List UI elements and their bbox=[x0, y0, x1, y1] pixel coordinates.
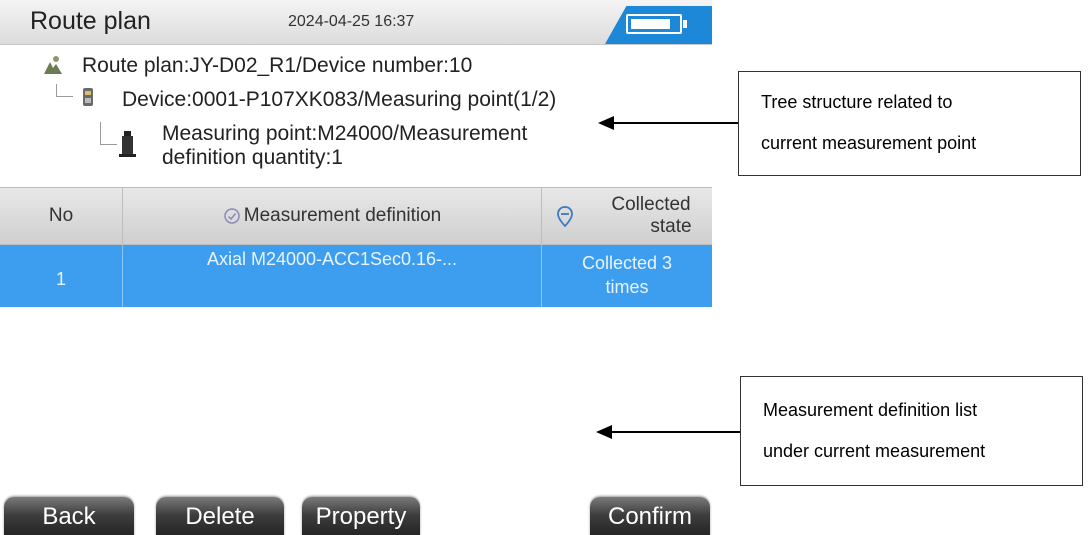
column-header-definition-label: Measurement definition bbox=[243, 205, 442, 226]
confirm-button[interactable]: Confirm bbox=[590, 497, 710, 535]
page-title: Route plan bbox=[30, 7, 151, 35]
route-icon bbox=[44, 56, 62, 74]
cell-no: 1 bbox=[55, 269, 66, 289]
cell-state-line2: times bbox=[605, 277, 649, 297]
table-row[interactable]: 1 Axial M24000-ACC1Sec0.16-... Collected… bbox=[0, 245, 712, 307]
annotation-box-tree: Tree structure related to current measur… bbox=[738, 71, 1081, 176]
cell-definition: Axial M24000-ACC1Sec0.16-... bbox=[206, 249, 458, 269]
table-header: No Measurement definition Collected stat… bbox=[0, 187, 712, 245]
column-header-definition[interactable]: Measurement definition bbox=[123, 188, 541, 244]
property-button[interactable]: Property bbox=[302, 497, 420, 535]
column-header-state-line1: Collected bbox=[611, 194, 691, 215]
back-button[interactable]: Back bbox=[4, 497, 134, 535]
tree-item-device[interactable]: Device:0001-P107XK083/Measuring point(1/… bbox=[122, 88, 556, 112]
battery-icon bbox=[626, 14, 682, 34]
annotation-box-list: Measurement definition list under curren… bbox=[740, 376, 1083, 486]
device-icon bbox=[83, 88, 93, 106]
column-divider bbox=[541, 188, 542, 244]
annotation-arrow-list-line bbox=[610, 431, 740, 433]
annotation-list-line2: under current measurement bbox=[763, 441, 986, 461]
annotation-arrow-tree-line bbox=[612, 122, 738, 124]
datetime: 2024-04-25 16:37 bbox=[288, 13, 415, 30]
battery-nub bbox=[683, 20, 687, 28]
annotation-arrow-list-head bbox=[596, 425, 612, 439]
annotation-tree-line1: Tree structure related to bbox=[761, 92, 953, 112]
tree-item-route[interactable]: Route plan:JY-D02_R1/Device number:10 bbox=[82, 54, 472, 78]
tree-connector bbox=[100, 122, 117, 145]
cell-state-line1: Collected 3 bbox=[581, 253, 673, 273]
column-header-state-line2: state bbox=[650, 216, 692, 237]
check-circle-icon bbox=[224, 208, 240, 224]
delete-button[interactable]: Delete bbox=[156, 497, 284, 535]
column-header-no[interactable]: No bbox=[0, 188, 122, 244]
annotation-list-line1: Measurement definition list bbox=[763, 400, 978, 420]
list-empty-area bbox=[0, 307, 712, 487]
column-header-state[interactable]: Collected state bbox=[590, 188, 712, 244]
annotation-arrow-tree-head bbox=[598, 116, 614, 130]
tree-item-point-line1[interactable]: Measuring point:M24000/Measurement bbox=[162, 122, 527, 146]
measuring-point-icon bbox=[119, 131, 136, 157]
annotation-tree-line2: current measurement point bbox=[761, 133, 977, 153]
device-screen: Route plan 2024-04-25 16:37 Route plan:J… bbox=[0, 0, 712, 535]
location-pin-icon bbox=[557, 206, 573, 228]
title-bar: Route plan 2024-04-25 16:37 bbox=[0, 0, 712, 45]
tree-item-point-line2: definition quantity:1 bbox=[162, 146, 343, 169]
tree-connector bbox=[56, 84, 73, 97]
